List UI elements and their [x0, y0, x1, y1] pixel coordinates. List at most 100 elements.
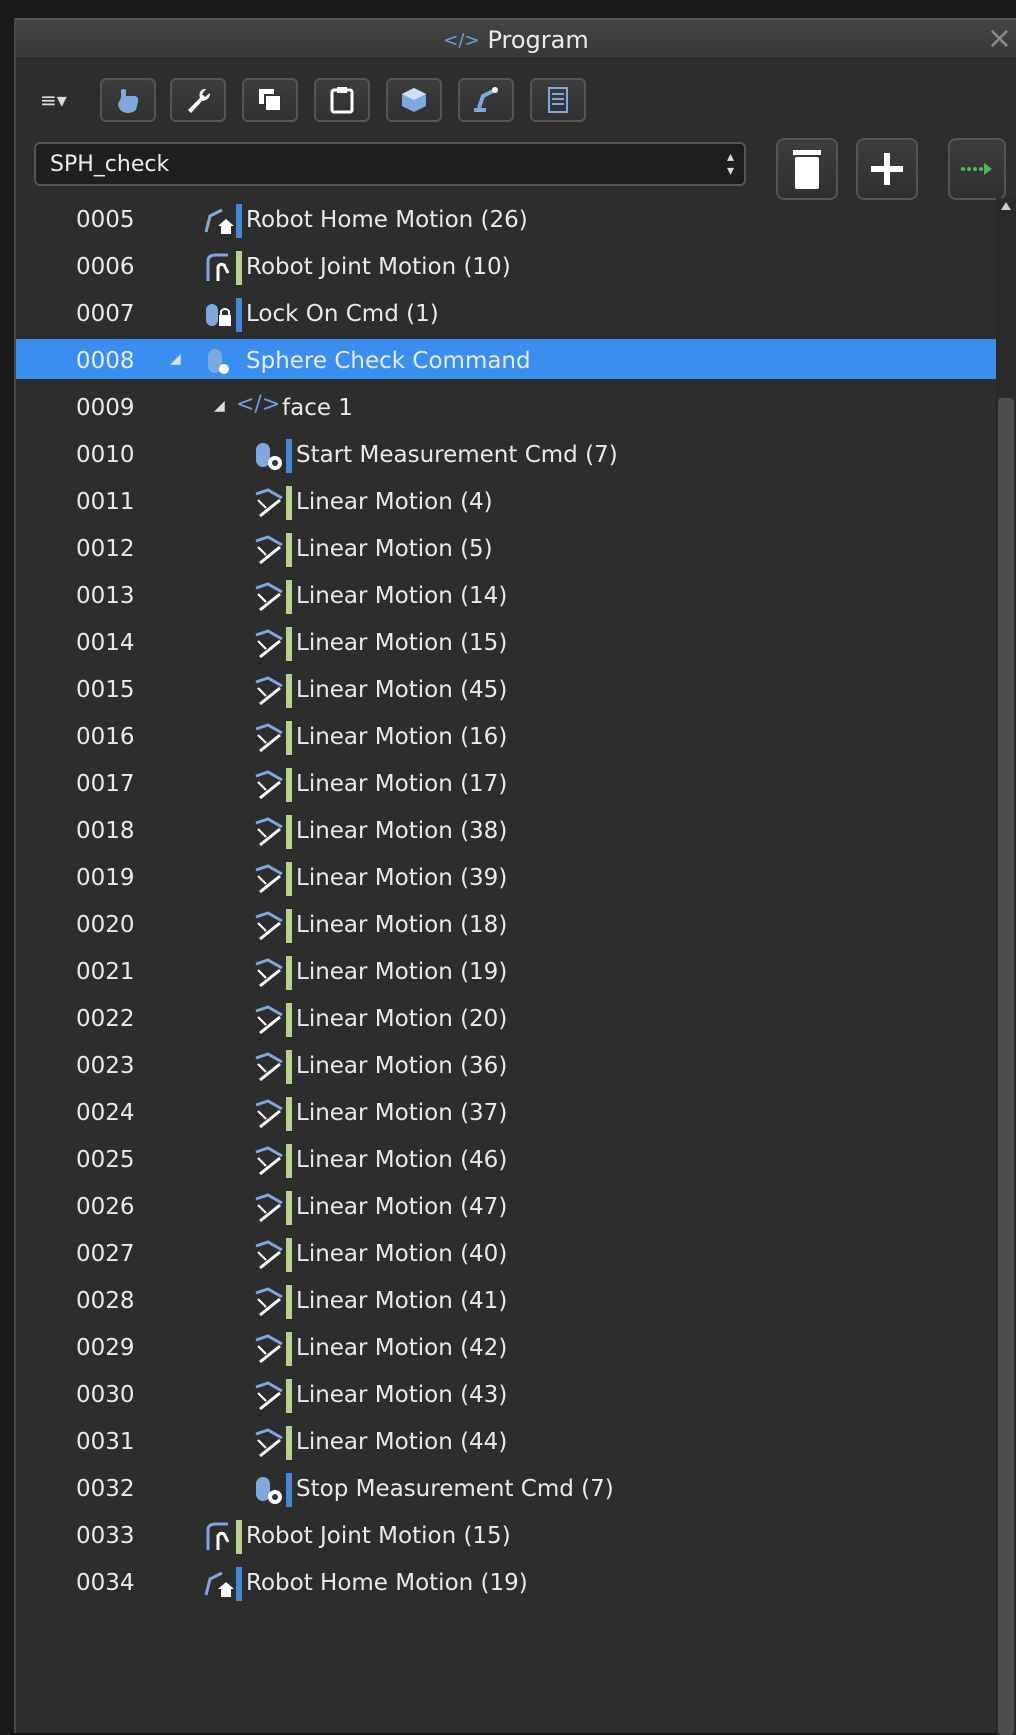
vertical-scrollbar[interactable] [996, 198, 1016, 1735]
cube-icon[interactable] [386, 78, 442, 122]
list-icon[interactable] [530, 78, 586, 122]
status-bar [286, 721, 292, 755]
status-bar [286, 1191, 292, 1225]
status-bar [286, 439, 292, 473]
line-number: 0013 [76, 583, 135, 609]
tree-row[interactable]: 0020 Linear Motion (18) [16, 903, 996, 947]
tree-row-label: Robot Joint Motion (10) [246, 254, 511, 280]
line-number: 0020 [76, 912, 135, 938]
tree-row[interactable]: 0008 ◢ Sphere Check Command [16, 339, 996, 379]
line-number: 0019 [76, 865, 135, 891]
line-number: 0021 [76, 959, 135, 985]
tree-row[interactable]: 0009 ◢ </> face 1 [16, 386, 996, 430]
tree-row[interactable]: 0034 Robot Home Motion (19) [16, 1561, 996, 1605]
line-number: 0009 [76, 395, 135, 421]
program-select-value: SPH_check [50, 152, 170, 177]
tree-row[interactable]: 0029 Linear Motion (42) [16, 1326, 996, 1370]
code-icon: </> [443, 30, 480, 51]
tree-row-label: Linear Motion (17) [296, 771, 508, 797]
program-select[interactable]: SPH_check ▴ ▾ [34, 142, 746, 186]
tree-row-label: Linear Motion (42) [296, 1335, 508, 1361]
tree-row[interactable]: 0028 Linear Motion (41) [16, 1279, 996, 1323]
linear-motion-icon [252, 862, 286, 896]
status-bar [286, 1238, 292, 1272]
tree-row[interactable]: 0014 Linear Motion (15) [16, 621, 996, 665]
tree-row[interactable]: 0011 Linear Motion (4) [16, 480, 996, 524]
line-number: 0010 [76, 442, 135, 468]
menu-button[interactable]: ≡▾ [40, 88, 67, 112]
status-bar [286, 1050, 292, 1084]
title-bar: </> Program × [16, 20, 1016, 59]
line-number: 0023 [76, 1053, 135, 1079]
linear-motion-icon [252, 486, 286, 520]
tree-row-label: Linear Motion (47) [296, 1194, 508, 1220]
add-button[interactable] [856, 138, 918, 200]
tree-row[interactable]: 0027 Linear Motion (40) [16, 1232, 996, 1276]
line-number: 0016 [76, 724, 135, 750]
line-number: 0018 [76, 818, 135, 844]
tree-row[interactable]: 0005 Robot Home Motion (26) [16, 198, 996, 242]
line-number: 0033 [76, 1523, 135, 1549]
tree-row-label: Robot Home Motion (26) [246, 207, 528, 233]
line-number: 0008 [76, 348, 135, 374]
status-bar [286, 815, 292, 849]
tree-row[interactable]: 0030 Linear Motion (43) [16, 1373, 996, 1417]
lock-cmd-icon [202, 298, 236, 332]
expand-triangle-icon[interactable]: ◢ [214, 398, 225, 414]
tree-row[interactable]: 0007 Lock On Cmd (1) [16, 292, 996, 336]
tree-row[interactable]: 0031 Linear Motion (44) [16, 1420, 996, 1464]
clipboard-icon[interactable] [314, 78, 370, 122]
line-number: 0031 [76, 1429, 135, 1455]
linear-motion-icon [252, 956, 286, 990]
code-icon: </> [236, 392, 281, 417]
linear-motion-icon [252, 1379, 286, 1413]
scroll-up-icon[interactable] [1001, 202, 1011, 210]
tree-row[interactable]: 0032 Stop Measurement Cmd (7) [16, 1467, 996, 1511]
scrollbar-thumb[interactable] [998, 398, 1014, 1735]
tree-row[interactable]: 0013 Linear Motion (14) [16, 574, 996, 618]
tree-row[interactable]: 0012 Linear Motion (5) [16, 527, 996, 571]
line-number: 0032 [76, 1476, 135, 1502]
tree-row[interactable]: 0025 Linear Motion (46) [16, 1138, 996, 1182]
tree-row[interactable]: 0016 Linear Motion (16) [16, 715, 996, 759]
status-bar [286, 1144, 292, 1178]
line-number: 0028 [76, 1288, 135, 1314]
linear-motion-icon [252, 1191, 286, 1225]
tree-row[interactable]: 0026 Linear Motion (47) [16, 1185, 996, 1229]
expand-triangle-icon[interactable]: ◢ [170, 351, 181, 367]
tree-row[interactable]: 0021 Linear Motion (19) [16, 950, 996, 994]
tree-row-label: Sphere Check Command [246, 348, 531, 374]
tree-row[interactable]: 0033 Robot Joint Motion (15) [16, 1514, 996, 1558]
hand-icon[interactable] [100, 78, 156, 122]
program-selector-row: SPH_check ▴ ▾ [16, 132, 1016, 200]
tree-row[interactable]: 0010 Start Measurement Cmd (7) [16, 433, 996, 477]
joint-motion-icon [202, 1520, 236, 1554]
tree-row[interactable]: 0006 Robot Joint Motion (10) [16, 245, 996, 289]
status-bar [286, 580, 292, 614]
tree-row[interactable]: 0017 Linear Motion (17) [16, 762, 996, 806]
run-button[interactable] [948, 138, 1006, 200]
close-icon[interactable]: × [987, 20, 1012, 58]
tree-row-label: Linear Motion (36) [296, 1053, 508, 1079]
linear-motion-icon [252, 721, 286, 755]
joint-motion-icon [202, 251, 236, 285]
copy-icon[interactable] [242, 78, 298, 122]
tree-row-label: Linear Motion (37) [296, 1100, 508, 1126]
tree-row[interactable]: 0024 Linear Motion (37) [16, 1091, 996, 1135]
delete-button[interactable] [776, 138, 838, 200]
linear-motion-icon [252, 815, 286, 849]
wrench-icon[interactable] [170, 78, 226, 122]
plus-icon [871, 153, 903, 185]
tree-row[interactable]: 0023 Linear Motion (36) [16, 1044, 996, 1088]
program-tree: 0005 Robot Home Motion (26) 0006 Robot Join… [16, 198, 996, 1735]
tree-row[interactable]: 0022 Linear Motion (20) [16, 997, 996, 1041]
robot-arm-icon[interactable] [458, 78, 514, 122]
tree-row[interactable]: 0015 Linear Motion (45) [16, 668, 996, 712]
tree-row[interactable]: 0019 Linear Motion (39) [16, 856, 996, 900]
status-bar [286, 862, 292, 896]
tree-row[interactable]: 0018 Linear Motion (38) [16, 809, 996, 853]
status-bar [236, 251, 242, 285]
status-bar [236, 298, 242, 332]
status-bar [236, 1567, 242, 1601]
line-number: 0017 [76, 771, 135, 797]
